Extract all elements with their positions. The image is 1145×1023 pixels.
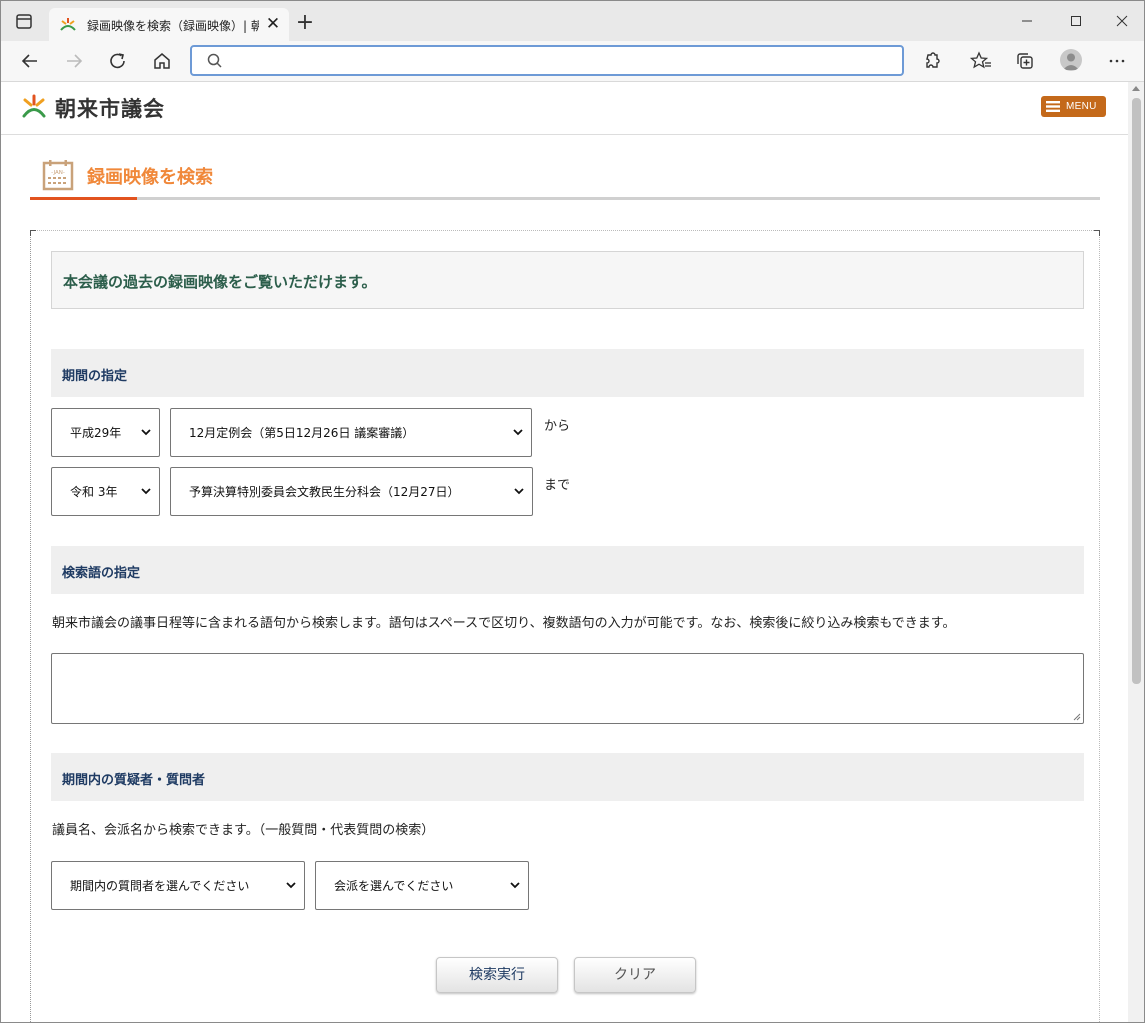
to-year-dropdown[interactable]: 令和 3年	[52, 468, 159, 515]
hamburger-icon	[1046, 101, 1060, 112]
close-window-icon[interactable]	[1102, 10, 1142, 32]
to-suffix: まで	[544, 478, 571, 493]
city-logo-icon	[22, 94, 46, 118]
site-header: 朝来市議会 MENU	[1, 82, 1128, 135]
keyword-section-heading: 検索語の指定	[51, 546, 1084, 594]
site-logo-text[interactable]: 朝来市議会	[55, 93, 165, 123]
from-suffix: から	[544, 419, 571, 434]
page-title: 録画映像を検索	[87, 167, 213, 188]
keyword-textarea[interactable]	[52, 654, 1083, 723]
home-icon[interactable]	[150, 50, 174, 72]
site-favicon-icon	[60, 18, 76, 31]
tab-bar: 録画映像を検索（録画映像）| 朝 ✕ +	[1, 1, 1144, 41]
from-session-select[interactable]: 12月定例会（第5日12月26日 議案審議）	[170, 408, 532, 457]
refresh-icon[interactable]	[106, 50, 130, 72]
faction-select[interactable]: 会派を選んでください	[315, 861, 529, 910]
panel-corner	[1094, 230, 1100, 236]
to-session-dropdown[interactable]: 予算決算特別委員会文教民生分科会（12月27日）	[171, 468, 532, 515]
period-heading-text: 期間の指定	[62, 369, 128, 384]
new-tab-icon[interactable]: +	[295, 12, 315, 34]
from-session-dropdown[interactable]: 12月定例会（第5日12月26日 議案審議）	[171, 409, 531, 456]
panel-corner	[30, 230, 36, 236]
search-execute-button[interactable]: 検索実行	[436, 957, 558, 993]
keyword-textarea-wrapper[interactable]	[51, 653, 1084, 724]
resize-grip-icon[interactable]	[1073, 713, 1081, 721]
favorites-icon[interactable]	[969, 50, 993, 72]
questioner-heading-text: 期間内の質疑者・質問者	[62, 773, 206, 788]
extensions-icon[interactable]	[920, 50, 944, 72]
faction-dropdown[interactable]: 会派を選んでください	[316, 862, 528, 909]
menu-button[interactable]: MENU	[1041, 96, 1106, 117]
to-session-select[interactable]: 予算決算特別委員会文教民生分科会（12月27日）	[170, 467, 533, 516]
page-heading: -JAN- 録画映像を検索	[30, 157, 1100, 200]
maximize-icon[interactable]	[1056, 10, 1096, 32]
search-icon	[207, 53, 222, 68]
search-form-panel: 本会議の過去の録画映像をご覧いただけます。 期間の指定 平成29年 12月定例会…	[30, 230, 1100, 1022]
address-bar[interactable]	[190, 45, 904, 76]
browser-toolbar	[1, 41, 1144, 82]
from-year-select[interactable]: 平成29年	[51, 408, 160, 457]
browser-window: 録画映像を検索（録画映像）| 朝 ✕ + 朝来市議会 MENU -JAN- 録画…	[0, 0, 1145, 1023]
period-section-heading: 期間の指定	[51, 349, 1084, 397]
intro-box: 本会議の過去の録画映像をご覧いただけます。	[51, 251, 1084, 309]
questioner-description: 議員名、会派名から検索できます。（一般質問・代表質問の検索）	[52, 823, 435, 838]
profile-avatar-icon[interactable]	[1060, 49, 1082, 71]
forward-icon[interactable]	[62, 50, 86, 72]
address-input[interactable]	[232, 50, 892, 71]
more-options-icon[interactable]	[1105, 50, 1129, 72]
calendar-icon-text: -JAN-	[51, 170, 65, 176]
questioner-section-heading: 期間内の質疑者・質問者	[51, 753, 1084, 801]
keyword-heading-text: 検索語の指定	[62, 566, 141, 581]
browser-tab[interactable]: 録画映像を検索（録画映像）| 朝 ✕	[49, 8, 289, 41]
heading-accent-bar	[30, 197, 137, 200]
intro-text: 本会議の過去の録画映像をご覧いただけます。	[63, 273, 377, 291]
member-select[interactable]: 期間内の質問者を選んでください	[51, 861, 305, 910]
minimize-icon[interactable]	[1007, 10, 1047, 32]
page-scrollbar[interactable]	[1128, 82, 1144, 1022]
page-viewport: 朝来市議会 MENU -JAN- 録画映像を検索 本会議の過去の録画映像をご覧い…	[1, 82, 1144, 1022]
tab-close-icon[interactable]: ✕	[264, 14, 282, 34]
clear-button[interactable]: クリア	[574, 957, 696, 993]
member-dropdown[interactable]: 期間内の質問者を選んでください	[52, 862, 304, 909]
tab-title: 録画映像を検索（録画映像）| 朝	[87, 19, 259, 33]
collections-icon[interactable]	[1013, 50, 1037, 72]
keyword-description: 朝来市議会の議事日程等に含まれる語句から検索します。語句はスペースで区切り、複数…	[52, 616, 956, 631]
from-year-dropdown[interactable]: 平成29年	[52, 409, 159, 456]
back-icon[interactable]	[18, 50, 42, 72]
calendar-icon: -JAN-	[42, 160, 74, 191]
scroll-thumb[interactable]	[1132, 98, 1141, 684]
scroll-up-icon[interactable]	[1132, 86, 1140, 91]
to-year-select[interactable]: 令和 3年	[51, 467, 160, 516]
tab-actions-icon[interactable]	[13, 12, 35, 32]
menu-label: MENU	[1066, 101, 1097, 112]
